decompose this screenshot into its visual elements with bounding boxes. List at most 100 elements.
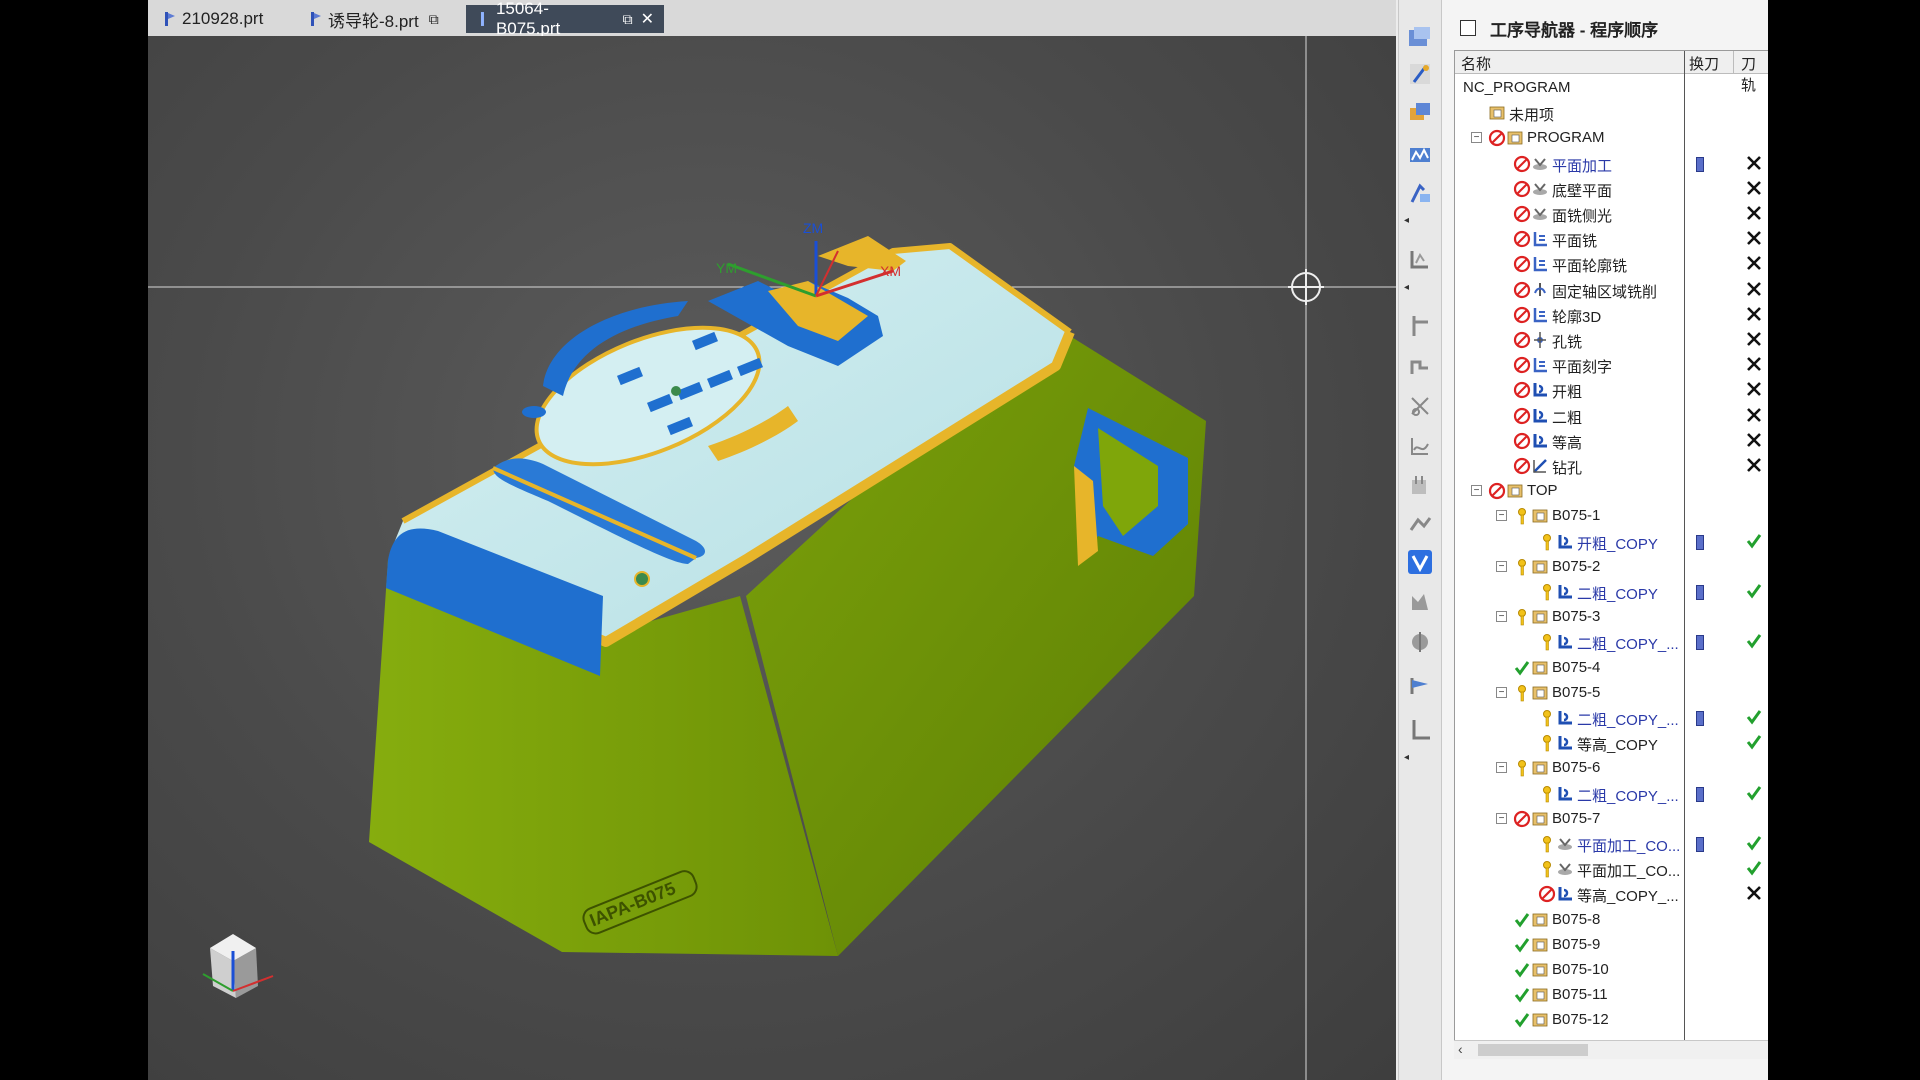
path-missing-icon <box>1745 280 1763 298</box>
tree-group-row[interactable]: − B075-7 <box>1455 806 1768 831</box>
create-geometry-icon[interactable] <box>1406 98 1434 126</box>
complete-status-icon <box>1513 659 1531 676</box>
tree-operation-row[interactable]: 平面加工 <box>1455 151 1768 176</box>
toolbar-overflow-icon[interactable]: ◂ <box>1404 282 1409 293</box>
cursor-crosshair-icon <box>1288 269 1324 305</box>
regenerate-status-icon <box>1538 860 1556 878</box>
tree-operation-row[interactable]: B075-10 <box>1455 957 1768 982</box>
tree-group-row[interactable]: − B075-3 <box>1455 604 1768 629</box>
tree-operation-row[interactable]: 平面轮廓铣 <box>1455 251 1768 276</box>
tree-operation-row[interactable]: NC_PROGRAM <box>1455 75 1768 100</box>
external-link-icon[interactable]: ⧉ <box>429 11 439 28</box>
tree-row-label: B075-1 <box>1552 507 1601 525</box>
tree-group-row[interactable]: − B075-1 <box>1455 503 1768 528</box>
tree-operation-row[interactable]: 等高 <box>1455 428 1768 453</box>
tree-operation-row[interactable]: 孔铣 <box>1455 327 1768 352</box>
tree-row-label: B075-5 <box>1552 683 1601 701</box>
collapse-toggle-icon[interactable]: − <box>1496 560 1507 572</box>
navigator-title: 工序导航器 - 程序顺序 <box>1490 20 1659 40</box>
operation-tree[interactable]: 名称 换刀 刀轨 NC_PROGRAM 未用项 − PROGRAM 平面加工 底壁平面 面铣… <box>1454 50 1768 1051</box>
tree-operation-row[interactable]: 二粗_COPY_... <box>1455 781 1768 806</box>
column-divider[interactable] <box>1733 51 1734 73</box>
toolbar-overflow-icon[interactable]: ◂ <box>1404 752 1409 763</box>
horizontal-scrollbar[interactable]: ‹ <box>1454 1040 1768 1059</box>
close-tab-icon[interactable]: ✕ <box>641 9 654 29</box>
collapse-toggle-icon[interactable]: − <box>1496 812 1507 824</box>
shop-doc-icon[interactable] <box>1406 510 1434 538</box>
replay-path-icon[interactable] <box>1406 312 1434 340</box>
external-link-icon[interactable]: ⧉ <box>623 11 633 28</box>
tree-row-label: 平面加工_CO... <box>1577 838 1681 855</box>
tree-operation-row[interactable]: 开粗 <box>1455 377 1768 402</box>
verify-path-icon[interactable] <box>1406 392 1434 420</box>
view-triad-icon[interactable] <box>202 934 274 998</box>
complete-status-icon <box>1513 986 1531 1003</box>
tree-operation-row[interactable]: B075-4 <box>1455 655 1768 680</box>
collapse-toggle-icon[interactable]: − <box>1471 132 1482 144</box>
feeds-speeds-icon[interactable] <box>1406 672 1434 700</box>
collapse-toggle-icon[interactable]: − <box>1496 510 1507 522</box>
tree-group-row[interactable]: − TOP <box>1455 478 1768 503</box>
tree-operation-row[interactable]: B075-8 <box>1455 907 1768 932</box>
tree-operation-row[interactable]: 平面刻字 <box>1455 352 1768 377</box>
simulate-icon[interactable] <box>1406 432 1434 460</box>
tree-operation-row[interactable]: B075-9 <box>1455 932 1768 957</box>
tree-operation-row[interactable]: 二粗_COPY_... <box>1455 705 1768 730</box>
tree-operation-row[interactable]: 等高_COPY_... <box>1455 881 1768 906</box>
tab-induction-wheel[interactable]: 诱导轮-8.prt ⧉ <box>298 5 449 33</box>
collapse-toggle-icon[interactable]: − <box>1471 485 1482 497</box>
tree-operation-row[interactable]: 面铣侧光 <box>1455 201 1768 226</box>
create-tool-icon[interactable] <box>1406 60 1434 88</box>
toolbar-overflow-icon[interactable]: ◂ <box>1404 215 1409 226</box>
create-operation-icon[interactable] <box>1406 180 1434 208</box>
verify-v-icon[interactable] <box>1406 548 1434 576</box>
tool-holder-icon[interactable] <box>1406 628 1434 656</box>
scroll-left-icon[interactable]: ‹ <box>1458 1041 1463 1057</box>
tree-operation-row[interactable]: 二粗_COPY_... <box>1455 629 1768 654</box>
tree-operation-row[interactable]: 轮廓3D <box>1455 302 1768 327</box>
tree-operation-row[interactable]: 平面铣 <box>1455 226 1768 251</box>
program-group-icon <box>1531 1011 1549 1028</box>
tree-group-row[interactable]: − B075-6 <box>1455 755 1768 780</box>
tree-operation-row[interactable]: 二粗 <box>1455 403 1768 428</box>
suppressed-status-icon <box>1513 381 1531 399</box>
cavity-mill-icon <box>1531 407 1549 424</box>
machine-sim-icon[interactable] <box>1406 588 1434 616</box>
tree-operation-row[interactable]: 等高_COPY <box>1455 730 1768 755</box>
scroll-thumb[interactable] <box>1478 1044 1588 1056</box>
column-tool-change[interactable]: 换刀 <box>1689 53 1719 74</box>
collapse-toggle-icon[interactable]: − <box>1496 686 1507 698</box>
column-name[interactable]: 名称 <box>1461 53 1491 74</box>
tree-operation-row[interactable]: 固定轴区域铣削 <box>1455 277 1768 302</box>
suppressed-status-icon <box>1513 331 1531 349</box>
tree-operation-row[interactable]: 钻孔 <box>1455 453 1768 478</box>
tree-group-row[interactable]: − B075-5 <box>1455 680 1768 705</box>
tree-group-row[interactable]: − PROGRAM <box>1455 125 1768 150</box>
tree-operation-row[interactable]: 二粗_COPY <box>1455 579 1768 604</box>
collapse-toggle-icon[interactable]: − <box>1496 611 1507 623</box>
tree-operation-row[interactable]: 未用项 <box>1455 100 1768 125</box>
program-group-icon <box>1531 936 1549 953</box>
fillet-hole <box>634 571 650 587</box>
pin-checkbox[interactable] <box>1460 20 1476 36</box>
tree-operation-row[interactable]: B075-12 <box>1455 1007 1768 1032</box>
tab-15064-b075[interactable]: 15064-B075.prt ⧉ ✕ <box>466 0 664 38</box>
suppressed-status-icon <box>1513 356 1531 374</box>
collapse-toggle-icon[interactable]: − <box>1496 762 1507 774</box>
tree-operation-row[interactable]: 平面加工_CO... <box>1455 856 1768 881</box>
create-program-icon[interactable] <box>1406 24 1434 52</box>
tree-group-row[interactable]: − B075-2 <box>1455 554 1768 579</box>
tree-operation-row[interactable]: 平面加工_CO... <box>1455 831 1768 856</box>
tree-operation-row[interactable]: 开粗_COPY <box>1455 529 1768 554</box>
graphics-viewport[interactable]: IAPA-B075 ZM YM XM <box>148 36 1396 1080</box>
tree-row-label: 底壁平面 <box>1552 182 1613 200</box>
create-method-icon[interactable] <box>1406 140 1434 168</box>
generate-path-icon[interactable] <box>1406 245 1434 273</box>
tree-row-label: B075-10 <box>1552 961 1609 978</box>
postprocess-icon[interactable] <box>1406 472 1434 500</box>
tree-operation-row[interactable]: 底壁平面 <box>1455 176 1768 201</box>
output-cls-icon[interactable] <box>1406 716 1434 744</box>
tab-210928[interactable]: 210928.prt <box>152 5 273 33</box>
tree-operation-row[interactable]: B075-11 <box>1455 982 1768 1007</box>
list-path-icon[interactable] <box>1406 352 1434 380</box>
